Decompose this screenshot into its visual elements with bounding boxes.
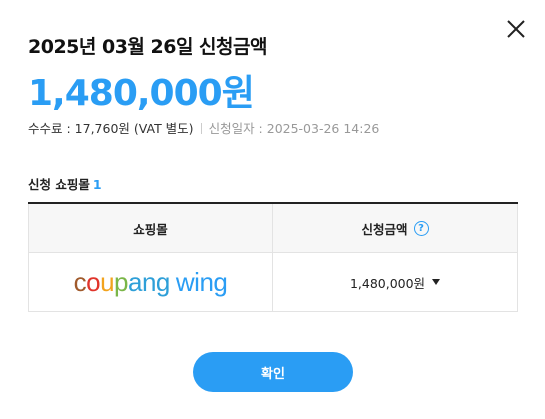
close-icon — [507, 20, 525, 38]
table-header-row: 쇼핑몰 신청금액 ? — [28, 204, 518, 253]
fee-text: 수수료 : 17,760원 (VAT 별도) — [28, 121, 194, 136]
section-label-text: 신청 쇼핑몰 — [28, 177, 90, 192]
row-amount-value: 1,480,000원 — [349, 275, 426, 291]
table-row: coupang wing 1,480,000원 — [28, 253, 518, 312]
table-header-shop: 쇼핑몰 — [28, 204, 273, 252]
total-amount: 1,480,000원 — [28, 73, 255, 114]
confirm-button[interactable]: 확인 — [193, 352, 353, 392]
amount-dropdown[interactable]: 1,480,000원 — [349, 273, 441, 292]
shop-logo-cell: coupang wing — [28, 253, 273, 311]
question-circle-icon[interactable]: ? — [413, 220, 429, 236]
row-amount-cell: 1,480,000원 — [273, 253, 518, 311]
coupang-wing-logo: coupang wing — [73, 266, 228, 297]
table-header-amount: 신청금액 — [361, 221, 408, 237]
apply-date-text: 신청일자 : 2025-03-26 14:26 — [208, 121, 380, 136]
section-count: 1 — [92, 177, 102, 192]
shop-table: 쇼핑몰 신청금액 ? coupang wing 1,480,000원 — [28, 202, 518, 312]
close-button[interactable] — [504, 17, 528, 41]
table-header-amount-cell: 신청금액 ? — [273, 204, 518, 252]
caret-down-icon — [432, 279, 441, 285]
meta-info: 수수료 : 17,760원 (VAT 별도) 신청일자 : 2025-03-26 … — [28, 118, 379, 137]
section-label: 신청 쇼핑몰 1 — [28, 174, 102, 193]
dialog-title: 2025년 03월 26일 신청금액 — [28, 36, 267, 58]
meta-divider — [200, 123, 202, 134]
